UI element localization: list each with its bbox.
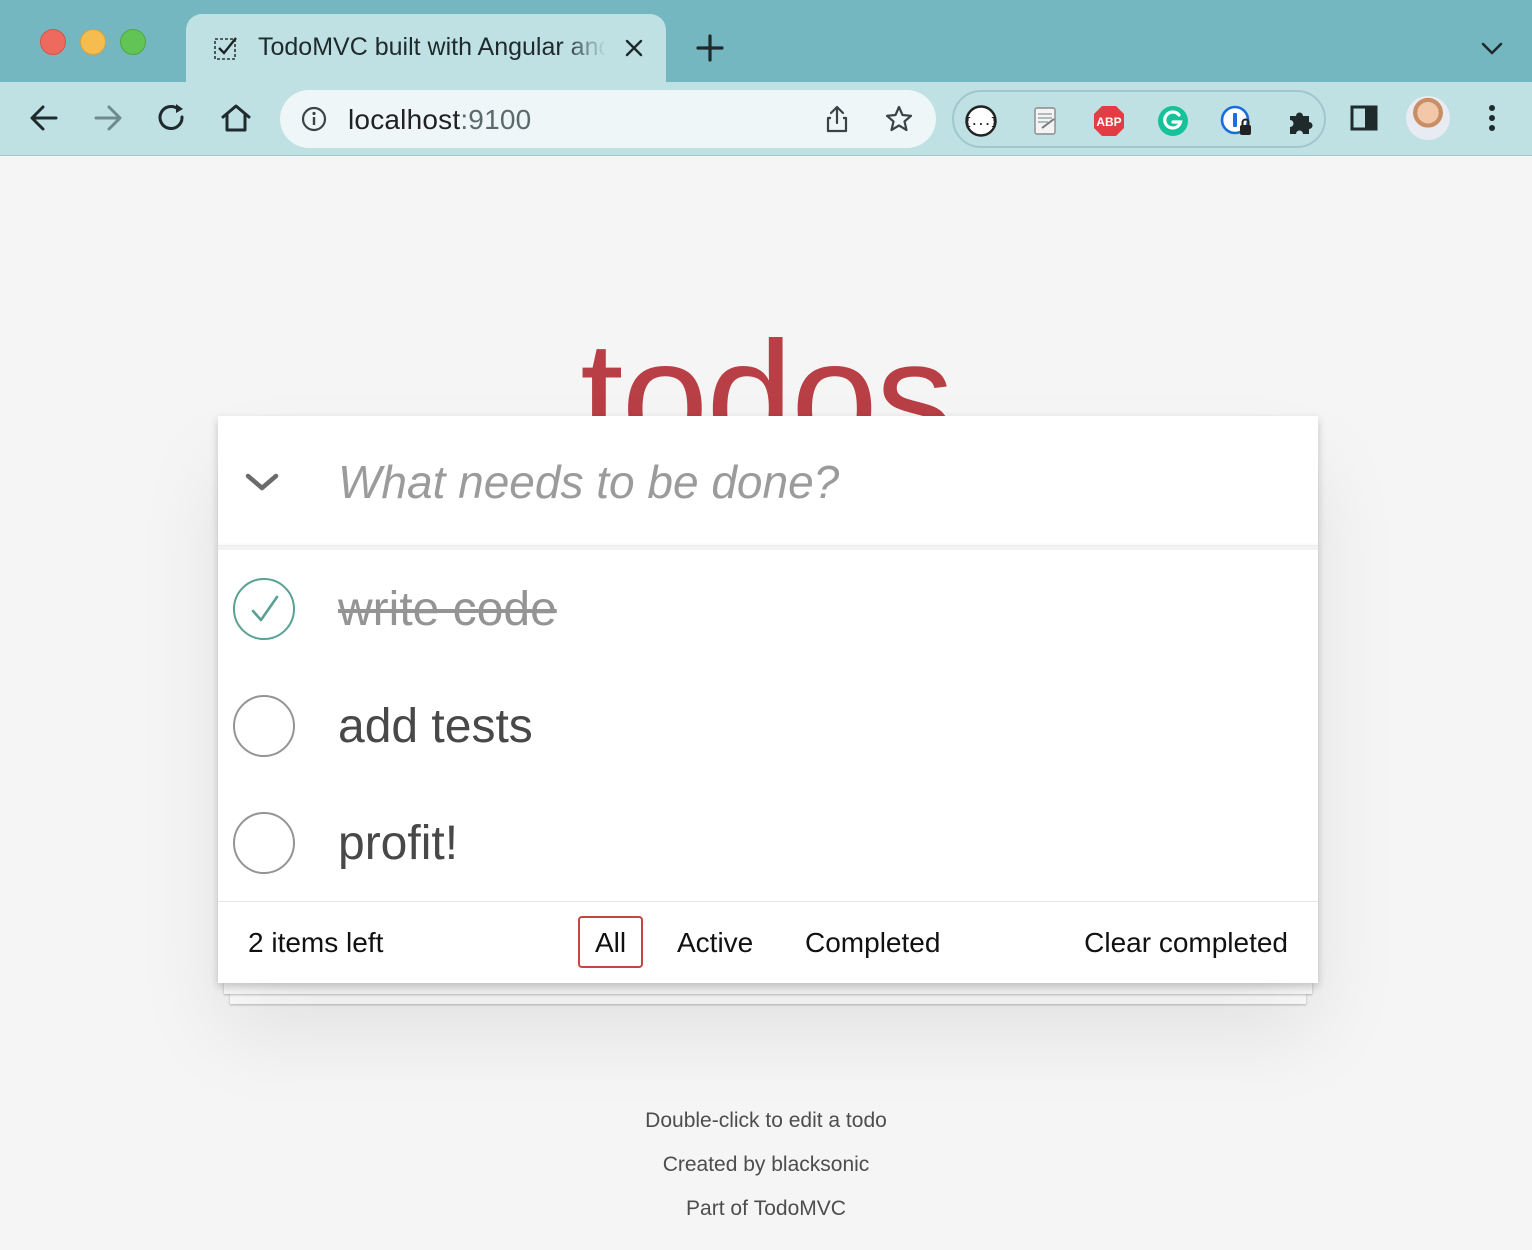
close-window-button[interactable] [40,29,66,55]
site-info-icon[interactable] [300,105,328,133]
browser-toolbar: localhost:9100 {...} ABP [0,82,1532,156]
profile-avatar[interactable] [1406,96,1450,140]
new-todo-input[interactable] [338,452,1278,512]
created-by: Created by blacksonic [0,1154,1532,1176]
todo-label[interactable]: profit! [338,817,458,871]
page-viewport: todos write code add tests [0,156,1532,1250]
tab-title: TodoMVC built with Angular and [258,33,606,61]
part-of-prefix: Part of [686,1197,754,1220]
more-menu-icon[interactable] [1478,102,1506,134]
toggle-all-chevron-down-icon[interactable] [242,468,282,496]
filter-active[interactable]: Active [660,916,770,968]
todo-list: write code add tests profit! [218,546,1318,901]
todo-header [218,416,1318,546]
address-bar[interactable]: localhost:9100 [280,90,936,148]
created-by-prefix: Created by [662,1153,772,1176]
close-tab-icon[interactable] [622,36,646,60]
todo-item[interactable]: profit! [218,784,1318,901]
json-viewer-icon[interactable]: {...} [964,104,998,138]
info-footer: Double-click to edit a todo Created by b… [0,1110,1532,1242]
todo-app: write code add tests profit! 2 items lef… [218,416,1318,983]
url-host: localhost [348,104,461,135]
filter-all[interactable]: All [578,916,644,968]
svg-text:ABP: ABP [1096,115,1121,129]
minimize-window-button[interactable] [80,29,106,55]
tab-search-chevron-down-icon[interactable] [1478,36,1506,60]
bookmark-star-icon[interactable] [884,104,914,134]
adblock-plus-icon[interactable]: ABP [1092,104,1126,138]
todomvc-link[interactable]: TodoMVC [754,1197,846,1220]
check-mark-icon [251,595,279,622]
url-port: :9100 [460,104,532,135]
items-left-count: 2 items left [248,927,384,958]
forward-arrow-icon[interactable] [90,100,126,136]
filter-completed[interactable]: Completed [788,916,957,968]
stack-shadow-1 [224,982,1312,994]
author-link[interactable]: blacksonic [771,1153,869,1176]
todo-item[interactable]: add tests [218,667,1318,784]
todo-item[interactable]: write code [218,550,1318,667]
new-tab-plus-icon[interactable] [694,32,726,64]
clear-completed-button[interactable]: Clear completed [1084,927,1288,959]
todo-footer: 2 items left All Active Completed Clear … [218,901,1318,983]
back-arrow-icon[interactable] [26,100,62,136]
password-manager-icon[interactable] [1220,104,1254,138]
part-of: Part of TodoMVC [0,1198,1532,1220]
todo-label[interactable]: add tests [338,700,533,754]
todo-toggle[interactable] [233,812,295,874]
browser-tab-active[interactable]: TodoMVC built with Angular and [186,14,666,82]
edit-hint: Double-click to edit a todo [645,1109,887,1132]
url-text[interactable]: localhost:9100 [348,104,531,136]
grammarly-icon[interactable] [1156,104,1190,138]
extensions-puzzle-icon[interactable] [1284,104,1318,138]
browser-titlebar: TodoMVC built with Angular and [0,0,1532,82]
todo-toggle[interactable] [233,695,295,757]
todo-checkbox-favicon-icon [214,37,237,60]
home-icon[interactable] [218,100,254,136]
svg-text:{...}: {...} [964,115,997,128]
extensions-group: {...} ABP [952,90,1326,148]
todo-label[interactable]: write code [338,583,557,637]
todo-toggle-checked[interactable] [233,578,295,640]
share-icon[interactable] [822,104,852,134]
side-panel-icon[interactable] [1348,102,1380,134]
reload-icon[interactable] [154,100,190,136]
maximize-window-button[interactable] [120,29,146,55]
notepad-icon[interactable] [1028,104,1062,138]
